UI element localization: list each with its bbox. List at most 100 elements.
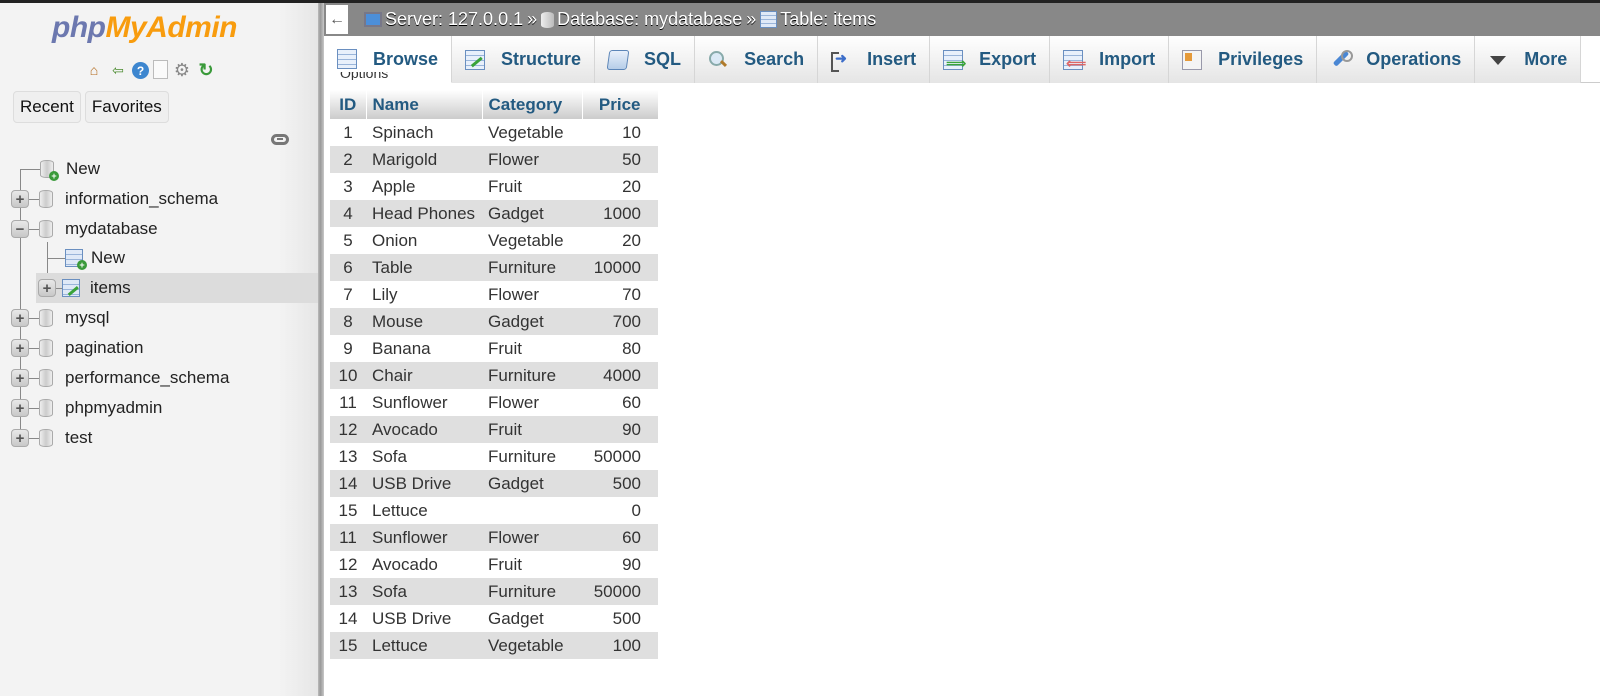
link-with-main-panel-icon[interactable] bbox=[271, 134, 289, 145]
cell-id[interactable]: 2 bbox=[330, 146, 366, 173]
cell-name[interactable]: Marigold bbox=[366, 146, 482, 173]
cell-id[interactable]: 4 bbox=[330, 200, 366, 227]
expand-icon[interactable]: + bbox=[11, 339, 29, 357]
cell-name[interactable]: Sofa bbox=[366, 578, 482, 605]
tree-item-label[interactable]: New bbox=[66, 159, 100, 179]
cell-name[interactable]: Apple bbox=[366, 173, 482, 200]
logout-icon[interactable]: ⇦ bbox=[108, 60, 128, 80]
cell-category[interactable]: Fruit bbox=[482, 173, 582, 200]
cell-id[interactable]: 10 bbox=[330, 362, 366, 389]
cell-id[interactable]: 11 bbox=[330, 389, 366, 416]
expand-icon[interactable]: + bbox=[11, 190, 29, 208]
cell-id[interactable]: 15 bbox=[330, 497, 366, 524]
cell-name[interactable]: Sofa bbox=[366, 443, 482, 470]
tree-item-label[interactable]: mydatabase bbox=[65, 219, 158, 239]
cell-category[interactable]: Fruit bbox=[482, 335, 582, 362]
documentation-icon[interactable] bbox=[153, 60, 168, 79]
cell-name[interactable]: Sunflower bbox=[366, 524, 482, 551]
tree-item-label[interactable]: mysql bbox=[65, 308, 109, 328]
table-row[interactable]: 12 Avocado Fruit 90 bbox=[330, 416, 658, 443]
cell-price[interactable]: 80 bbox=[582, 335, 658, 362]
tree-item-performance-schema[interactable]: + performance_schema bbox=[11, 363, 229, 393]
cell-name[interactable]: Lettuce bbox=[366, 632, 482, 659]
cell-price[interactable]: 1000 bbox=[582, 200, 658, 227]
cell-price[interactable]: 90 bbox=[582, 416, 658, 443]
sidebar-resize-handle[interactable] bbox=[318, 3, 324, 696]
cell-category[interactable]: Gadget bbox=[482, 200, 582, 227]
tree-item-phpmyadmin[interactable]: + phpmyadmin bbox=[11, 393, 162, 423]
cell-name[interactable]: Mouse bbox=[366, 308, 482, 335]
cell-id[interactable]: 5 bbox=[330, 227, 366, 254]
cell-name[interactable]: Spinach bbox=[366, 119, 482, 146]
cell-id[interactable]: 8 bbox=[330, 308, 366, 335]
cell-category[interactable] bbox=[482, 497, 582, 524]
table-row[interactable]: 14 USB Drive Gadget 500 bbox=[330, 470, 658, 497]
cell-name[interactable]: Avocado bbox=[366, 416, 482, 443]
tab-more[interactable]: More bbox=[1475, 36, 1582, 83]
cell-price[interactable]: 60 bbox=[582, 389, 658, 416]
cell-name[interactable]: Chair bbox=[366, 362, 482, 389]
tree-item-new-database[interactable]: New bbox=[20, 154, 100, 184]
cell-category[interactable]: Vegetable bbox=[482, 632, 582, 659]
expand-icon[interactable]: + bbox=[11, 429, 29, 447]
settings-icon[interactable]: ⚙ bbox=[172, 60, 192, 80]
help-icon[interactable]: ? bbox=[132, 62, 149, 79]
table-row[interactable]: 8 Mouse Gadget 700 bbox=[330, 308, 658, 335]
cell-price[interactable]: 10000 bbox=[582, 254, 658, 281]
tree-item-label[interactable]: New bbox=[91, 248, 125, 268]
expand-icon[interactable]: + bbox=[11, 399, 29, 417]
tree-item-information-schema[interactable]: + information_schema bbox=[11, 184, 218, 214]
cell-name[interactable]: Head Phones bbox=[366, 200, 482, 227]
home-icon[interactable]: ⌂ bbox=[84, 60, 104, 80]
table-row[interactable]: 10 Chair Furniture 4000 bbox=[330, 362, 658, 389]
cell-price[interactable]: 90 bbox=[582, 551, 658, 578]
cell-name[interactable]: USB Drive bbox=[366, 470, 482, 497]
cell-id[interactable]: 13 bbox=[330, 578, 366, 605]
cell-id[interactable]: 11 bbox=[330, 524, 366, 551]
tab-import[interactable]: Import bbox=[1050, 36, 1170, 83]
cell-price[interactable]: 70 bbox=[582, 281, 658, 308]
cell-price[interactable]: 60 bbox=[582, 524, 658, 551]
cell-category[interactable]: Furniture bbox=[482, 578, 582, 605]
cell-id[interactable]: 3 bbox=[330, 173, 366, 200]
table-row[interactable]: 11 Sunflower Flower 60 bbox=[330, 389, 658, 416]
table-row[interactable]: 2 Marigold Flower 50 bbox=[330, 146, 658, 173]
cell-id[interactable]: 7 bbox=[330, 281, 366, 308]
table-row[interactable]: 1 Spinach Vegetable 10 bbox=[330, 119, 658, 146]
tab-search[interactable]: Search bbox=[695, 36, 819, 83]
tab-operations[interactable]: Operations bbox=[1317, 36, 1476, 83]
column-header-price[interactable]: Price bbox=[582, 90, 659, 119]
column-header-category[interactable]: Category bbox=[482, 90, 583, 119]
phpmyadmin-logo[interactable]: phpMyAdmin bbox=[52, 11, 237, 45]
cell-name[interactable]: Table bbox=[366, 254, 482, 281]
cell-category[interactable]: Fruit bbox=[482, 416, 582, 443]
cell-price[interactable]: 500 bbox=[582, 470, 658, 497]
cell-price[interactable]: 10 bbox=[582, 119, 658, 146]
cell-price[interactable]: 50 bbox=[582, 146, 658, 173]
cell-price[interactable]: 50000 bbox=[582, 578, 658, 605]
table-row[interactable]: 4 Head Phones Gadget 1000 bbox=[330, 200, 658, 227]
collapse-icon[interactable]: − bbox=[11, 220, 29, 238]
table-row[interactable]: 13 Sofa Furniture 50000 bbox=[330, 443, 658, 470]
cell-price[interactable]: 500 bbox=[582, 605, 658, 632]
column-header-name[interactable]: Name bbox=[366, 90, 483, 119]
cell-price[interactable]: 20 bbox=[582, 173, 658, 200]
cell-category[interactable]: Flower bbox=[482, 281, 582, 308]
cell-category[interactable]: Gadget bbox=[482, 470, 582, 497]
cell-category[interactable]: Gadget bbox=[482, 308, 582, 335]
expand-icon[interactable]: + bbox=[11, 369, 29, 387]
table-row[interactable]: 12 Avocado Fruit 90 bbox=[330, 551, 658, 578]
cell-price[interactable]: 50000 bbox=[582, 443, 658, 470]
tree-item-label[interactable]: test bbox=[65, 428, 92, 448]
tree-item-label[interactable]: items bbox=[90, 278, 131, 298]
breadcrumb-server[interactable]: Server: 127.0.0.1 bbox=[364, 9, 523, 30]
options-link[interactable]: Options bbox=[340, 72, 388, 80]
cell-name[interactable]: Lily bbox=[366, 281, 482, 308]
table-row[interactable]: 15 Lettuce 0 bbox=[330, 497, 658, 524]
cell-id[interactable]: 12 bbox=[330, 551, 366, 578]
cell-id[interactable]: 14 bbox=[330, 470, 366, 497]
cell-category[interactable]: Furniture bbox=[482, 254, 582, 281]
cell-name[interactable]: USB Drive bbox=[366, 605, 482, 632]
cell-price[interactable]: 100 bbox=[582, 632, 658, 659]
cell-category[interactable]: Vegetable bbox=[482, 119, 582, 146]
